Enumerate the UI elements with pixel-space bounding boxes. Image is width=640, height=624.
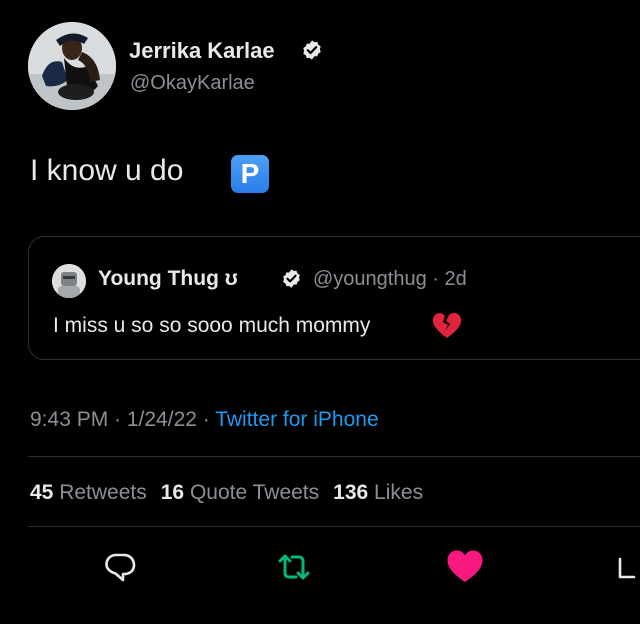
- engagement-stats: 45 Retweets 16 Quote Tweets 136 Likes: [30, 481, 423, 505]
- divider: [28, 456, 640, 457]
- reply-icon[interactable]: [102, 549, 138, 585]
- quoted-tweet-card[interactable]: [28, 236, 640, 360]
- quoted-tweet-text: I miss u so so sooo much mommy: [53, 314, 371, 337]
- quoted-avatar-image: [52, 264, 86, 298]
- retweet-icon[interactable]: [276, 549, 312, 585]
- tweet-text: I know u do: [30, 154, 184, 187]
- p-button-emoji: P: [231, 155, 269, 193]
- tweet-timestamp: 9:43 PM · 1/24/22 · Twitter for iPhone: [30, 408, 379, 432]
- share-icon[interactable]: [616, 549, 640, 585]
- retweets-stat[interactable]: 45 Retweets: [30, 481, 147, 504]
- retweets-label: Retweets: [59, 481, 147, 504]
- tweet-time-date: 9:43 PM · 1/24/22 ·: [30, 408, 216, 431]
- author-display-name[interactable]: Jerrika Karlae: [129, 38, 275, 64]
- quote-tweets-count: 16: [160, 481, 185, 504]
- heart-icon[interactable]: [446, 549, 484, 585]
- verified-badge-icon: [303, 40, 321, 60]
- author-avatar[interactable]: [28, 22, 116, 110]
- retweets-count: 45: [30, 481, 54, 504]
- likes-stat[interactable]: 136 Likes: [333, 481, 423, 504]
- quoted-author-avatar[interactable]: [52, 264, 86, 298]
- likes-count: 136: [333, 481, 369, 504]
- quoted-verified-badge-icon: [283, 269, 300, 288]
- quoted-display-name[interactable]: Young Thug ʊ: [98, 267, 238, 291]
- author-avatar-image: [28, 22, 116, 110]
- quote-tweets-stat[interactable]: 16 Quote Tweets: [161, 481, 319, 504]
- quoted-name-text: Young Thug: [98, 267, 219, 290]
- tweet-source-link[interactable]: Twitter for iPhone: [215, 408, 378, 431]
- broken-heart-icon: [432, 312, 462, 338]
- divider: [28, 526, 640, 527]
- quoted-name-symbol: ʊ: [224, 267, 238, 290]
- author-handle[interactable]: @OkayKarlae: [130, 72, 255, 95]
- quote-tweets-label: Quote Tweets: [189, 481, 320, 504]
- likes-label: Likes: [374, 481, 424, 504]
- quoted-handle-time: @youngthug · 2d: [313, 268, 467, 290]
